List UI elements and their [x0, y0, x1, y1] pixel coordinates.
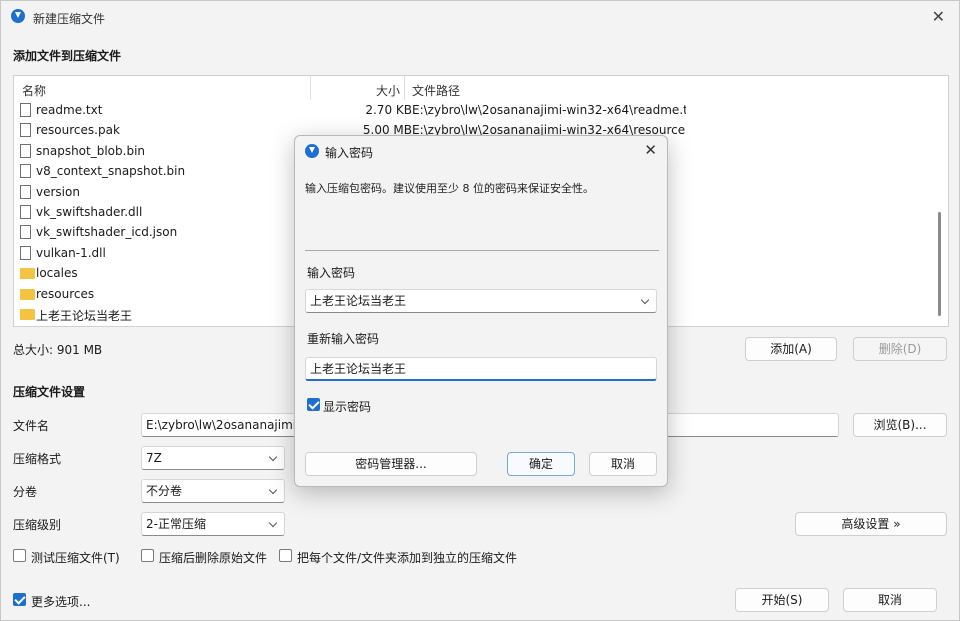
- confirm-password-field[interactable]: 上老王论坛当老王: [305, 357, 657, 381]
- file-name: version: [36, 184, 80, 199]
- document-icon: [20, 123, 31, 138]
- file-list-scrollbar[interactable]: [938, 212, 941, 316]
- confirm-password-label: 重新输入密码: [307, 332, 380, 346]
- file-list-row[interactable]: readme.txt 2.70 KB E:\zybro\lw\2osananajim…: [14, 100, 934, 120]
- document-icon: [20, 164, 31, 179]
- divider: [305, 250, 659, 251]
- dialog-ok-button[interactable]: 确定: [507, 452, 575, 476]
- test-archive-label: 测试压缩文件(T): [31, 551, 120, 565]
- column-header-size[interactable]: 大小: [376, 82, 400, 99]
- volume-label: 分卷: [13, 485, 38, 499]
- file-size: 2.70 KB: [365, 103, 412, 117]
- total-size: 总大小: 901 MB: [13, 343, 103, 357]
- format-select[interactable]: 7Z: [141, 446, 285, 470]
- folder-icon: [20, 266, 35, 280]
- file-list-header: 名称 大小 文件路径: [14, 76, 948, 100]
- document-icon: [20, 205, 31, 219]
- window-title: 新建压缩文件: [33, 12, 106, 26]
- add-button[interactable]: 添加(A): [745, 337, 837, 361]
- dialog-cancel-button[interactable]: 取消: [589, 452, 657, 476]
- file-name: readme.txt: [36, 103, 103, 117]
- test-archive-checkbox[interactable]: [13, 549, 26, 562]
- dialog-close-icon[interactable]: ✕: [644, 141, 657, 159]
- folder-icon: [20, 287, 35, 300]
- file-name: locales: [36, 266, 78, 281]
- file-name: resources.pak: [36, 123, 120, 138]
- dialog-app-icon: [305, 144, 319, 158]
- file-name: vulkan-1.dll: [36, 245, 106, 260]
- title-bar: 新建压缩文件 ✕: [1, 1, 959, 33]
- advanced-settings-button[interactable]: 高级设置 »: [795, 512, 947, 536]
- file-name: snapshot_blob.bin: [36, 143, 146, 158]
- close-icon[interactable]: ✕: [932, 7, 945, 26]
- file-name: 上老王论坛当老王: [36, 309, 133, 323]
- file-path: E:\zybro\lw\2osananajimi-win32-x64\readm…: [412, 103, 686, 117]
- separate-archives-checkbox[interactable]: [279, 549, 292, 562]
- document-icon: [20, 225, 31, 240]
- delete-after-checkbox[interactable]: [141, 549, 154, 562]
- separate-archives-label: 把每个文件/文件夹添加到独立的压缩文件: [297, 551, 518, 565]
- volume-select[interactable]: 不分卷: [141, 479, 285, 503]
- delete-after-label: 压缩后删除原始文件: [159, 551, 268, 565]
- level-select[interactable]: 2-正常压缩: [141, 512, 285, 536]
- more-options-checkbox[interactable]: [13, 593, 26, 606]
- column-header-path[interactable]: 文件路径: [412, 82, 460, 99]
- dialog-message: 输入压缩包密码。建议使用至少 8 位的密码来保证安全性。: [305, 182, 594, 195]
- document-icon: [20, 103, 31, 117]
- document-icon: [20, 184, 31, 199]
- file-name: v8_context_snapshot.bin: [36, 164, 186, 179]
- filename-label: 文件名: [13, 419, 50, 433]
- document-icon: [20, 143, 31, 158]
- format-label: 压缩格式: [13, 452, 62, 466]
- column-header-name[interactable]: 名称: [22, 82, 46, 99]
- more-options-label[interactable]: 更多选项...: [31, 593, 90, 610]
- password-manager-button[interactable]: 密码管理器...: [305, 452, 477, 476]
- settings-section-title: 压缩文件设置: [13, 385, 86, 399]
- start-button[interactable]: 开始(S): [735, 588, 829, 612]
- main-window: 新建压缩文件 ✕ 添加文件到压缩文件 名称 大小 文件路径 readme.txt…: [0, 0, 960, 621]
- dialog-title: 输入密码: [325, 146, 374, 160]
- password-field[interactable]: 上老王论坛当老王: [305, 289, 657, 313]
- app-logo-icon: [11, 9, 25, 23]
- cancel-button[interactable]: 取消: [843, 588, 937, 612]
- browse-button[interactable]: 浏览(B)...: [853, 413, 947, 437]
- document-icon: [20, 245, 31, 260]
- level-label: 压缩级别: [13, 518, 62, 532]
- file-name: resources: [36, 286, 95, 301]
- remove-button[interactable]: 删除(D): [853, 337, 947, 361]
- show-password-checkbox[interactable]: [307, 398, 320, 411]
- file-name: vk_swiftshader.dll: [36, 205, 143, 219]
- files-section-title: 添加文件到压缩文件: [13, 49, 122, 63]
- password-label: 输入密码: [307, 266, 356, 280]
- password-dialog: 输入密码 ✕ 输入压缩包密码。建议使用至少 8 位的密码来保证安全性。 输入密码…: [294, 135, 668, 487]
- folder-icon: [20, 307, 35, 320]
- show-password-label: 显示密码: [323, 400, 372, 414]
- file-name: vk_swiftshader_icd.json: [36, 225, 178, 240]
